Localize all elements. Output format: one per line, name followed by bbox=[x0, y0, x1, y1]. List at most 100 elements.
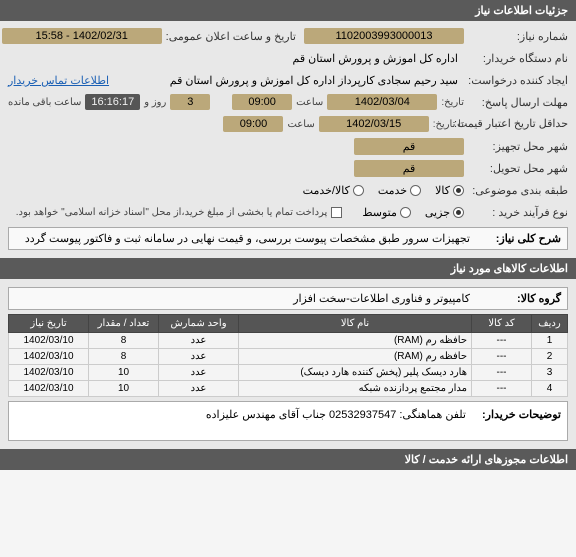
row-buyer-org: نام دستگاه خریدار: اداره کل اموزش و پرور… bbox=[4, 47, 572, 69]
value-remain-days: 3 bbox=[170, 94, 210, 110]
value-subject-city: قم bbox=[354, 138, 464, 155]
label-date: تاریخ: bbox=[441, 97, 464, 108]
label-price-valid: حداقل تاریخ اعتبار قیمت: bbox=[468, 118, 568, 130]
col-unit: واحد شمارش bbox=[159, 315, 239, 333]
col-qty: تعداد / مقدار bbox=[89, 315, 159, 333]
cell-qty: 8 bbox=[89, 349, 159, 365]
radio-service-label: خدمت bbox=[378, 184, 407, 197]
value-goods-group: کامپیوتر و فناوری اطلاعات-سخت افزار bbox=[293, 292, 470, 305]
items-area: گروه کالا: کامپیوتر و فناوری اطلاعات-سخت… bbox=[0, 279, 576, 449]
cell-code: --- bbox=[472, 381, 532, 397]
treasury-checkbox[interactable] bbox=[331, 207, 342, 218]
value-buyer-org: اداره کل اموزش و پرورش استان قم bbox=[287, 50, 464, 67]
radio-goods-label: کالا bbox=[435, 184, 450, 197]
cell-code: --- bbox=[472, 333, 532, 349]
cell-date: 1402/03/10 bbox=[9, 349, 89, 365]
radio-medium-label: متوسط bbox=[362, 206, 397, 219]
label-purchase-type: نوع فرآیند خرید : bbox=[468, 206, 568, 219]
cell-qty: 10 bbox=[89, 381, 159, 397]
radio-goods-service[interactable]: کالا/خدمت bbox=[303, 184, 364, 197]
items-table: ردیف کد کالا نام کالا واحد شمارش تعداد /… bbox=[8, 314, 568, 397]
cell-date: 1402/03/10 bbox=[9, 333, 89, 349]
value-announce-dt: 1402/02/31 - 15:58 bbox=[2, 28, 162, 44]
col-name: نام کالا bbox=[239, 315, 472, 333]
value-remain-time: 16:16:17 bbox=[85, 94, 140, 110]
radio-minor-input[interactable] bbox=[453, 207, 464, 218]
label-subject-city: شهر محل تجهیز: bbox=[468, 140, 568, 153]
value-buyer-notes: تلفن هماهنگی: 02532937547 جناب آقای مهند… bbox=[9, 402, 472, 440]
row-classification: طبقه بندی موضوعی: کالا خدمت کالا/خدمت bbox=[4, 179, 572, 201]
radio-goods[interactable]: کالا bbox=[435, 184, 464, 197]
label-need-desc: شرح کلی نیاز: bbox=[476, 232, 561, 245]
cell-code: --- bbox=[472, 349, 532, 365]
label-until-date: تا تاریخ: bbox=[433, 119, 464, 130]
table-row: 4---مدار مجتمع پردازنده شبکهعدد101402/03… bbox=[9, 381, 568, 397]
value-need-no: 1102003993000013 bbox=[304, 28, 464, 44]
cell-name: هارد دیسک پلیر (پخش کننده هارد دیسک) bbox=[239, 365, 472, 381]
cell-n: 2 bbox=[532, 349, 568, 365]
value-price-valid-time: 09:00 bbox=[223, 116, 283, 132]
label-remaining: ساعت باقی مانده bbox=[8, 97, 81, 108]
cell-unit: عدد bbox=[159, 365, 239, 381]
value-need-desc: تجهیزات سرور طبق مشخصات پیوست بررسی، و ق… bbox=[25, 232, 470, 245]
value-reply-date: 1402/03/04 bbox=[327, 94, 437, 110]
value-reply-time: 09:00 bbox=[232, 94, 292, 110]
cell-unit: عدد bbox=[159, 349, 239, 365]
radio-service-input[interactable] bbox=[410, 185, 421, 196]
cell-date: 1402/03/10 bbox=[9, 381, 89, 397]
cell-name: مدار مجتمع پردازنده شبکه bbox=[239, 381, 472, 397]
buyer-contact-link[interactable]: اطلاعات تماس خریدار bbox=[8, 74, 109, 87]
radio-medium-input[interactable] bbox=[400, 207, 411, 218]
label-delivery-city: شهر محل تحویل: bbox=[468, 162, 568, 175]
row-reply-deadline: مهلت ارسال پاسخ: تاریخ: 1402/03/04 ساعت … bbox=[4, 91, 572, 113]
need-desc-box: شرح کلی نیاز: تجهیزات سرور طبق مشخصات پی… bbox=[8, 227, 568, 250]
row-purchase-type: نوع فرآیند خرید : جزیی متوسط پرداخت تمام… bbox=[4, 201, 572, 223]
value-delivery-city: قم bbox=[354, 160, 464, 177]
label-classification: طبقه بندی موضوعی: bbox=[468, 184, 568, 197]
col-row: ردیف bbox=[532, 315, 568, 333]
radio-service[interactable]: خدمت bbox=[378, 184, 421, 197]
cell-n: 4 bbox=[532, 381, 568, 397]
table-row: 3---هارد دیسک پلیر (پخش کننده هارد دیسک)… bbox=[9, 365, 568, 381]
row-subject-city: شهر محل تجهیز: قم bbox=[4, 135, 572, 157]
label-buyer-org: نام دستگاه خریدار: bbox=[468, 52, 568, 65]
label-time-2: ساعت bbox=[287, 119, 314, 130]
label-time-1: ساعت bbox=[296, 97, 323, 108]
classification-radios: کالا خدمت کالا/خدمت bbox=[303, 184, 464, 197]
table-row: 1---حافظه رم (RAM)عدد81402/03/10 bbox=[9, 333, 568, 349]
col-date: تاریخ نیاز bbox=[9, 315, 89, 333]
label-buyer-notes: توضیحات خریدار: bbox=[472, 402, 567, 440]
purchase-type-radios: جزیی متوسط bbox=[362, 206, 464, 219]
radio-goods-service-input[interactable] bbox=[353, 185, 364, 196]
value-price-valid-date: 1402/03/15 bbox=[319, 116, 429, 132]
radio-minor-label: جزیی bbox=[425, 206, 450, 219]
buyer-notes-box: توضیحات خریدار: تلفن هماهنگی: 0253293754… bbox=[8, 401, 568, 441]
permits-header: اطلاعات مجوزهای ارائه خدمت / کالا bbox=[0, 449, 576, 470]
radio-medium[interactable]: متوسط bbox=[362, 206, 411, 219]
table-header-row: ردیف کد کالا نام کالا واحد شمارش تعداد /… bbox=[9, 315, 568, 333]
goods-group-box: گروه کالا: کامپیوتر و فناوری اطلاعات-سخت… bbox=[8, 287, 568, 310]
row-delivery-city: شهر محل تحویل: قم bbox=[4, 157, 572, 179]
cell-date: 1402/03/10 bbox=[9, 365, 89, 381]
cell-n: 3 bbox=[532, 365, 568, 381]
details-form: شماره نیاز: 1102003993000013 تاریخ و ساع… bbox=[0, 21, 576, 258]
items-header: اطلاعات کالاهای مورد نیاز bbox=[0, 258, 576, 279]
row-requester: ایجاد کننده درخواست: سید رحیم سجادی کارپ… bbox=[4, 69, 572, 91]
cell-unit: عدد bbox=[159, 333, 239, 349]
radio-goods-service-label: کالا/خدمت bbox=[303, 184, 350, 197]
value-requester: سید رحیم سجادی کارپرداز اداره کل اموزش و… bbox=[164, 72, 464, 89]
row-price-valid: حداقل تاریخ اعتبار قیمت: تا تاریخ: 1402/… bbox=[4, 113, 572, 135]
label-goods-group: گروه کالا: bbox=[476, 292, 561, 305]
radio-goods-input[interactable] bbox=[453, 185, 464, 196]
cell-qty: 8 bbox=[89, 333, 159, 349]
cell-code: --- bbox=[472, 365, 532, 381]
row-need-no: شماره نیاز: 1102003993000013 تاریخ و ساع… bbox=[4, 25, 572, 47]
label-reply-deadline: مهلت ارسال پاسخ: bbox=[468, 96, 568, 109]
cell-qty: 10 bbox=[89, 365, 159, 381]
radio-minor[interactable]: جزیی bbox=[425, 206, 464, 219]
details-header: جزئیات اطلاعات نیاز bbox=[0, 0, 576, 21]
label-need-no: شماره نیاز: bbox=[468, 30, 568, 43]
col-code: کد کالا bbox=[472, 315, 532, 333]
table-row: 2---حافظه رم (RAM)عدد81402/03/10 bbox=[9, 349, 568, 365]
label-announce-dt: تاریخ و ساعت اعلان عمومی: bbox=[166, 30, 296, 43]
